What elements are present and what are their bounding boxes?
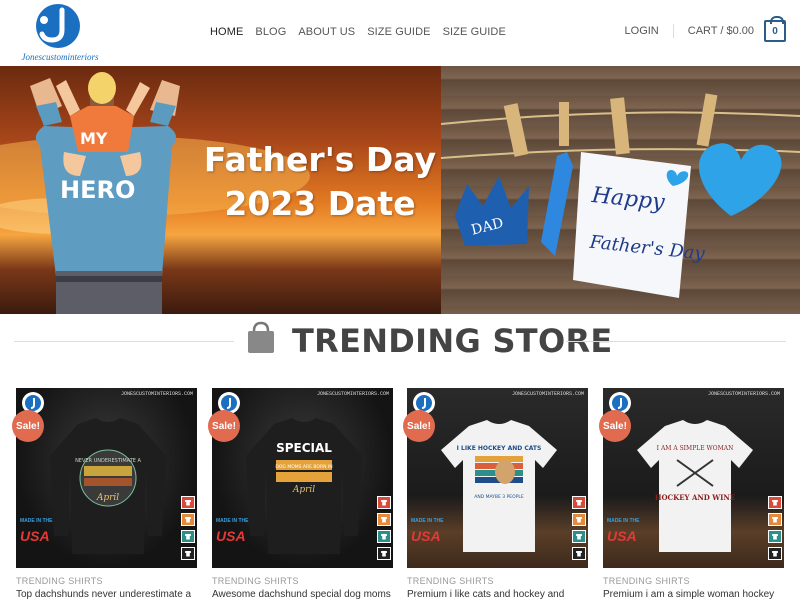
- swatch-black[interactable]: [377, 547, 391, 560]
- shirt-print-text: NEVER UNDERESTIMATE A: [75, 458, 141, 464]
- swatch-orange[interactable]: [572, 513, 586, 526]
- nav-about-us[interactable]: ABOUT US: [298, 26, 355, 38]
- product-name[interactable]: Premium i am a simple woman hockey: [603, 589, 793, 600]
- shirt-text-my: MY: [80, 129, 108, 148]
- swatch-red[interactable]: [181, 496, 195, 509]
- usa-text: USA: [20, 528, 50, 544]
- sweatshirt-image: NEVER UNDERESTIMATE A April: [50, 418, 166, 554]
- product-card[interactable]: JONESCUSTOMINTERIORS.COM I LIKE HOCKEY A…: [403, 388, 588, 600]
- watermark-text: JONESCUSTOMINTERIORS.COM: [511, 391, 584, 397]
- shirt-print-text: SPECIAL: [276, 441, 332, 455]
- made-in-text: MADE IN THE: [20, 518, 53, 524]
- logo-mark-icon: [36, 4, 80, 48]
- nav-size-guide[interactable]: SIZE GUIDE: [367, 26, 430, 38]
- login-link[interactable]: LOGIN: [625, 25, 659, 37]
- swatch-teal[interactable]: [377, 530, 391, 543]
- color-swatches: [181, 496, 195, 564]
- usa-text: USA: [411, 528, 441, 544]
- product-image[interactable]: JONESCUSTOMINTERIORS.COM NEVER UNDERESTI…: [16, 388, 197, 568]
- product-category[interactable]: TRENDING SHIRTS: [16, 576, 103, 586]
- watermark-text: JONESCUSTOMINTERIORS.COM: [120, 391, 193, 397]
- swatch-black[interactable]: [572, 547, 586, 560]
- product-name[interactable]: Awesome dachshund special dog moms: [212, 589, 402, 600]
- nav-blog[interactable]: BLOG: [255, 26, 286, 38]
- shirt-text-hero: HERO: [60, 176, 135, 204]
- sale-badge: Sale!: [599, 410, 631, 442]
- swatch-orange[interactable]: [377, 513, 391, 526]
- color-swatches: [572, 496, 586, 564]
- cart-link[interactable]: CART / $0.00: [688, 25, 754, 37]
- account-nav: LOGIN CART / $0.00 0: [625, 16, 786, 42]
- logo-text: Jonescustominteriors: [21, 52, 99, 62]
- shirt-print-text: I AM A SIMPLE WOMAN: [657, 445, 734, 452]
- swatch-red[interactable]: [768, 496, 782, 509]
- tshirt-image: I AM A SIMPLE WOMAN HOCKEY AND WINE: [637, 420, 753, 552]
- divider-right: [566, 341, 786, 342]
- product-grid: JONESCUSTOMINTERIORS.COM NEVER UNDERESTI…: [12, 388, 800, 600]
- swatch-teal[interactable]: [572, 530, 586, 543]
- product-name[interactable]: Premium i like cats and hockey and: [407, 589, 597, 600]
- made-in-text: MADE IN THE: [411, 518, 444, 524]
- sweatshirt-image: SPECIAL DOG MOMS ARE BORN IN April: [246, 418, 362, 554]
- hero-banner[interactable]: MY HERO Father's Day 2023 Date DAD Happy…: [0, 66, 800, 314]
- shirt-print-text: I LIKE HOCKEY AND CATS: [457, 445, 542, 452]
- usa-text: USA: [216, 528, 246, 544]
- product-name[interactable]: Top dachshunds never underestimate a: [16, 589, 206, 600]
- nav-home[interactable]: HOME: [210, 26, 243, 38]
- product-image[interactable]: JONESCUSTOMINTERIORS.COM I LIKE HOCKEY A…: [407, 388, 588, 568]
- section-title: TRENDING STORE: [292, 322, 613, 360]
- product-image[interactable]: JONESCUSTOMINTERIORS.COM I AM A SIMPLE W…: [603, 388, 784, 568]
- nav-divider: [672, 24, 674, 38]
- product-category[interactable]: TRENDING SHIRTS: [212, 576, 299, 586]
- product-image[interactable]: JONESCUSTOMINTERIORS.COM SPECIAL DOG MOM…: [212, 388, 393, 568]
- shirt-print-sub2: April: [292, 485, 315, 495]
- product-card[interactable]: JONESCUSTOMINTERIORS.COM NEVER UNDERESTI…: [12, 388, 197, 600]
- shirt-print-sub: HOCKEY AND WINE: [655, 493, 735, 502]
- made-in-text: MADE IN THE: [607, 518, 640, 524]
- swatch-teal[interactable]: [768, 530, 782, 543]
- product-category[interactable]: TRENDING SHIRTS: [407, 576, 494, 586]
- swatch-black[interactable]: [768, 547, 782, 560]
- product-card[interactable]: JONESCUSTOMINTERIORS.COM SPECIAL DOG MOM…: [208, 388, 393, 600]
- site-logo[interactable]: Jonescustominteriors: [14, 2, 106, 64]
- swatch-black[interactable]: [181, 547, 195, 560]
- product-card[interactable]: JONESCUSTOMINTERIORS.COM I AM A SIMPLE W…: [599, 388, 784, 600]
- sale-badge: Sale!: [403, 410, 435, 442]
- clothesline-decor: DAD Happy Father's Day: [440, 93, 800, 298]
- watermark-text: JONESCUSTOMINTERIORS.COM: [707, 391, 780, 397]
- banner-title-line-1: Father's Day: [203, 140, 437, 179]
- swatch-red[interactable]: [572, 496, 586, 509]
- sale-badge: Sale!: [208, 410, 240, 442]
- swatch-orange[interactable]: [181, 513, 195, 526]
- shirt-print-sub: April: [96, 493, 119, 503]
- made-in-text: MADE IN THE: [216, 518, 249, 524]
- swatch-red[interactable]: [377, 496, 391, 509]
- usa-text: USA: [607, 528, 637, 544]
- cart-count-badge[interactable]: 0: [764, 16, 786, 42]
- banner-title: Father's Day 2023 Date: [200, 138, 440, 226]
- watermark-text: JONESCUSTOMINTERIORS.COM: [316, 391, 389, 397]
- swatch-orange[interactable]: [768, 513, 782, 526]
- site-header: Jonescustominteriors HOME BLOG ABOUT US …: [0, 0, 800, 66]
- sale-badge: Sale!: [12, 410, 44, 442]
- product-category[interactable]: TRENDING SHIRTS: [603, 576, 690, 586]
- nav-size-guide-2[interactable]: SIZE GUIDE: [443, 26, 506, 38]
- shirt-print-sub: DOG MOMS ARE BORN IN: [275, 464, 332, 470]
- tshirt-image: I LIKE HOCKEY AND CATS AND MAYBE 3 PEOPL…: [441, 420, 557, 552]
- banner-right-panel: DAD Happy Father's Day: [440, 66, 800, 314]
- banner-left-panel: MY HERO Father's Day 2023 Date: [0, 66, 441, 314]
- main-nav: HOME BLOG ABOUT US SIZE GUIDE SIZE GUIDE: [210, 26, 518, 38]
- banner-title-line-2: 2023 Date: [224, 184, 416, 223]
- color-swatches: [377, 496, 391, 564]
- swatch-teal[interactable]: [181, 530, 195, 543]
- color-swatches: [768, 496, 782, 564]
- trending-section-header: TRENDING STORE: [0, 316, 800, 366]
- shopping-bag-icon: [248, 321, 274, 353]
- shirt-print-sub: AND MAYBE 3 PEOPLE: [474, 494, 524, 500]
- divider-left: [14, 341, 234, 342]
